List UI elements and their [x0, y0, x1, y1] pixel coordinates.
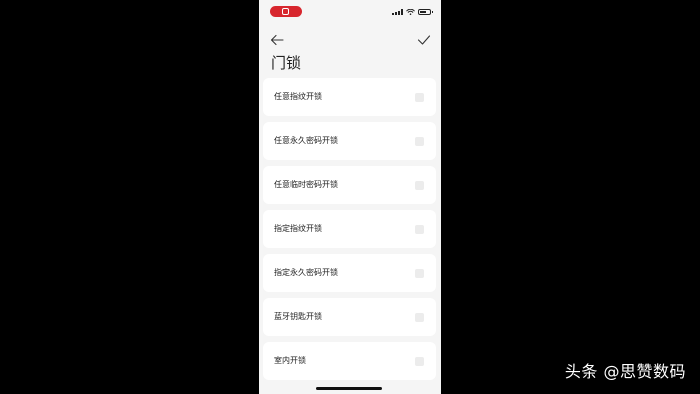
phone-screen: 门锁 任意指纹开锁 任意永久密码开锁 任意临时密码开锁 指定指纹开锁 指定永久密…	[259, 0, 441, 394]
list-item-bluetooth-key[interactable]: 蓝牙钥匙开锁	[263, 298, 436, 336]
unlock-options-list: 任意指纹开锁 任意永久密码开锁 任意临时密码开锁 指定指纹开锁 指定永久密码开锁…	[263, 78, 436, 386]
checkbox[interactable]	[415, 269, 424, 278]
list-item-label: 任意临时密码开锁	[274, 180, 338, 189]
home-indicator[interactable]	[316, 387, 382, 390]
confirm-check-icon[interactable]	[417, 31, 431, 45]
list-item-label: 指定指纹开锁	[274, 224, 322, 233]
list-item-specific-permanent-password[interactable]: 指定永久密码开锁	[263, 254, 436, 292]
checkbox[interactable]	[415, 313, 424, 322]
wifi-icon	[406, 9, 415, 15]
checkbox[interactable]	[415, 225, 424, 234]
status-bar	[259, 0, 441, 22]
list-item-specific-fingerprint[interactable]: 指定指纹开锁	[263, 210, 436, 248]
cellular-signal-icon	[392, 9, 403, 15]
video-frame: 门锁 任意指纹开锁 任意永久密码开锁 任意临时密码开锁 指定指纹开锁 指定永久密…	[0, 0, 700, 394]
checkbox[interactable]	[415, 181, 424, 190]
nav-bar	[259, 26, 441, 48]
list-item-label: 任意指纹开锁	[274, 92, 322, 101]
list-item-label: 室内开锁	[274, 356, 306, 365]
checkbox[interactable]	[415, 137, 424, 146]
page-title: 门锁	[271, 54, 302, 72]
list-item-indoor-unlock[interactable]: 室内开锁	[263, 342, 436, 380]
list-item-any-temporary-password[interactable]: 任意临时密码开锁	[263, 166, 436, 204]
battery-icon	[418, 9, 433, 15]
back-arrow-icon[interactable]	[270, 31, 284, 46]
screen-recording-indicator[interactable]	[270, 6, 302, 17]
list-item-label: 指定永久密码开锁	[274, 268, 338, 277]
watermark: 头条 @思赞数码	[564, 362, 686, 381]
checkbox[interactable]	[415, 93, 424, 102]
checkbox[interactable]	[415, 357, 424, 366]
list-item-any-permanent-password[interactable]: 任意永久密码开锁	[263, 122, 436, 160]
list-item-label: 蓝牙钥匙开锁	[274, 312, 322, 321]
list-item-any-fingerprint[interactable]: 任意指纹开锁	[263, 78, 436, 116]
status-icons	[392, 8, 433, 16]
list-item-label: 任意永久密码开锁	[274, 136, 338, 145]
